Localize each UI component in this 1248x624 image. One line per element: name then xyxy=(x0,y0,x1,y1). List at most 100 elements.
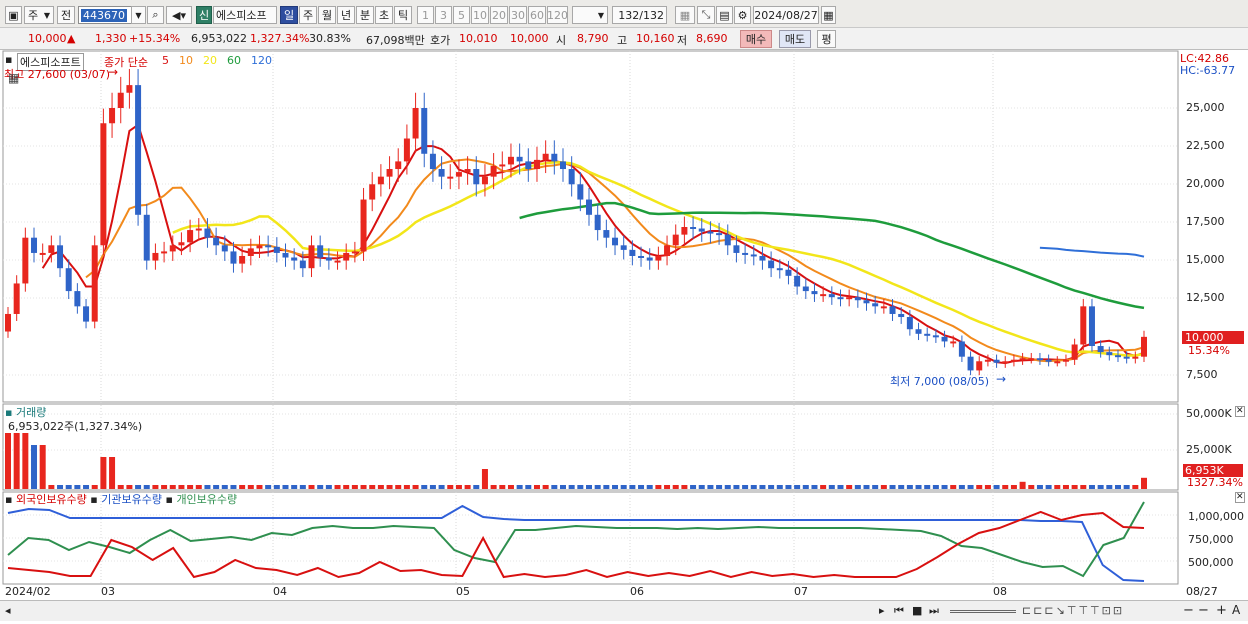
grid-icon[interactable]: ▦ xyxy=(675,6,695,24)
period-tab-1[interactable]: 주 xyxy=(299,6,317,24)
close-icon[interactable]: ✕ xyxy=(1235,492,1245,503)
volume-tick-0: 50,000K xyxy=(1186,407,1232,420)
stop-icon[interactable]: ■ xyxy=(912,604,922,617)
stock-name-field[interactable]: 에스피소프 xyxy=(213,6,277,24)
crosshair-icon[interactable]: ⤡ xyxy=(697,6,715,24)
unit-select[interactable]: ▼ xyxy=(572,6,608,24)
candle-body xyxy=(794,275,801,287)
gear-icon[interactable]: ⚙ xyxy=(734,6,751,24)
period-tab-2[interactable]: 월 xyxy=(318,6,336,24)
calc-icon[interactable]: ▦ xyxy=(8,71,19,85)
candle-body xyxy=(603,230,610,238)
rewind-icon[interactable]: ⏮ xyxy=(894,604,904,618)
volume-bar xyxy=(169,485,176,489)
hoga-bid: 10,010 xyxy=(459,32,498,45)
minute-unit-5[interactable]: 5 xyxy=(453,6,470,24)
volume-bar xyxy=(915,485,922,489)
candle-body xyxy=(533,159,540,170)
new-badge: 신 xyxy=(196,6,212,24)
scroll-left-icon[interactable]: ◂ xyxy=(5,604,11,617)
volume-bar xyxy=(31,445,38,489)
code-dropdown-icon[interactable]: ▼ xyxy=(131,6,146,24)
volume-bar xyxy=(39,445,46,489)
period-select[interactable]: 주 ▼ xyxy=(24,6,54,24)
close-icon[interactable]: ✕ xyxy=(1235,406,1245,417)
minute-unit-10[interactable]: 10 xyxy=(471,6,489,24)
minute-unit-20[interactable]: 20 xyxy=(490,6,508,24)
eval-button[interactable]: 평 xyxy=(817,30,836,48)
speaker-icon[interactable]: ◀▾ xyxy=(166,6,192,24)
candle-body xyxy=(924,333,931,336)
volume-bar xyxy=(1088,485,1095,489)
save-icon[interactable]: ▤ xyxy=(716,6,733,24)
volume-bar xyxy=(690,485,697,489)
period-tab-4[interactable]: 분 xyxy=(356,6,374,24)
minute-unit-30[interactable]: 30 xyxy=(509,6,527,24)
volume-bar xyxy=(559,485,566,489)
foreign-holding-line xyxy=(7,510,1145,579)
volume-bar xyxy=(672,485,679,489)
candle-body xyxy=(1019,358,1026,361)
candle-body xyxy=(386,169,393,177)
volume-bar xyxy=(1132,485,1139,489)
minute-unit-120[interactable]: 120 xyxy=(547,6,568,24)
hoga-label: 호가 xyxy=(430,34,451,47)
buy-button[interactable]: 매수 xyxy=(740,30,772,48)
x-label-4: 06 xyxy=(630,585,644,598)
minute-unit-1[interactable]: 1 xyxy=(417,6,434,24)
turnover-rate: 30.83% xyxy=(309,32,351,45)
scroll-right-icon[interactable]: ▸ xyxy=(879,604,885,617)
candle-body xyxy=(898,313,905,318)
chart-menu-icon[interactable]: ▣ xyxy=(5,6,22,24)
x-label-1: 03 xyxy=(101,585,115,598)
candle-body xyxy=(1036,358,1043,361)
minute-unit-60[interactable]: 60 xyxy=(528,6,546,24)
period-tab-3[interactable]: 년 xyxy=(337,6,355,24)
volume-bar xyxy=(542,485,549,489)
volume-bar xyxy=(802,485,809,489)
count-field[interactable]: 132/132 xyxy=(612,6,667,24)
candle-body xyxy=(612,237,619,246)
period-tab-6[interactable]: 틱 xyxy=(394,6,412,24)
minus-icon[interactable]: − xyxy=(1198,603,1209,618)
volume-bar xyxy=(716,485,723,489)
sell-button[interactable]: 매도 xyxy=(779,30,811,48)
volume-bar xyxy=(655,485,662,489)
drawing-tools-icon[interactable]: ⊏⊏⊏↘⊤⊤⊤⊡⊡ xyxy=(1022,604,1124,617)
legend-institution: 기관보유수량 xyxy=(101,493,162,506)
bottom-scrollbar[interactable]: ◂ ▸ ⏮ ■ ⏭ ⊏⊏⊏↘⊤⊤⊤⊡⊡ − − + A xyxy=(0,600,1248,621)
candle-body xyxy=(906,317,913,330)
zoom-slider[interactable] xyxy=(950,610,1016,613)
candle-body xyxy=(846,297,853,300)
candle-body xyxy=(1088,306,1095,347)
volume-bar xyxy=(820,485,827,489)
search-icon[interactable]: ⌕ xyxy=(147,6,164,24)
zoom-in-icon[interactable]: + xyxy=(1216,603,1227,618)
text-size-icon[interactable]: A xyxy=(1232,603,1240,617)
minute-unit-3[interactable]: 3 xyxy=(435,6,452,24)
candle-body xyxy=(664,245,671,256)
volume-bar xyxy=(976,485,983,489)
candle-body xyxy=(1045,359,1052,362)
all-button[interactable]: 전 xyxy=(57,6,75,24)
date-field[interactable]: 2024/08/27 xyxy=(753,6,819,24)
volume-bar xyxy=(65,485,72,489)
forward-icon[interactable]: ⏭ xyxy=(929,604,939,618)
candle-body xyxy=(551,153,558,162)
volume-bar xyxy=(403,485,410,489)
candle-body xyxy=(1010,359,1017,362)
volume-bar xyxy=(1002,485,1009,489)
candle-body xyxy=(13,283,20,314)
chart-area[interactable]: ▪ 에스피소프트 종가 단순 5 10 20 60 120 최고 27,600 (03/… xyxy=(0,50,1248,621)
volume-bar xyxy=(74,485,81,489)
zoom-out-icon[interactable]: − xyxy=(1183,603,1194,618)
holding-legend: ▪ 외국인보유수량 ▪ 기관보유수량 ▪ 개인보유수량 xyxy=(5,491,237,507)
period-tab-5[interactable]: 초 xyxy=(375,6,393,24)
high-label: 고 xyxy=(617,34,628,47)
volume-bar xyxy=(1010,485,1017,489)
candle-body xyxy=(724,234,731,246)
period-tab-0[interactable]: 일 xyxy=(280,6,298,24)
volume-bar xyxy=(1141,477,1147,489)
calendar-icon[interactable]: ▦ xyxy=(821,6,836,24)
legend-ma-60: 60 xyxy=(227,54,241,67)
